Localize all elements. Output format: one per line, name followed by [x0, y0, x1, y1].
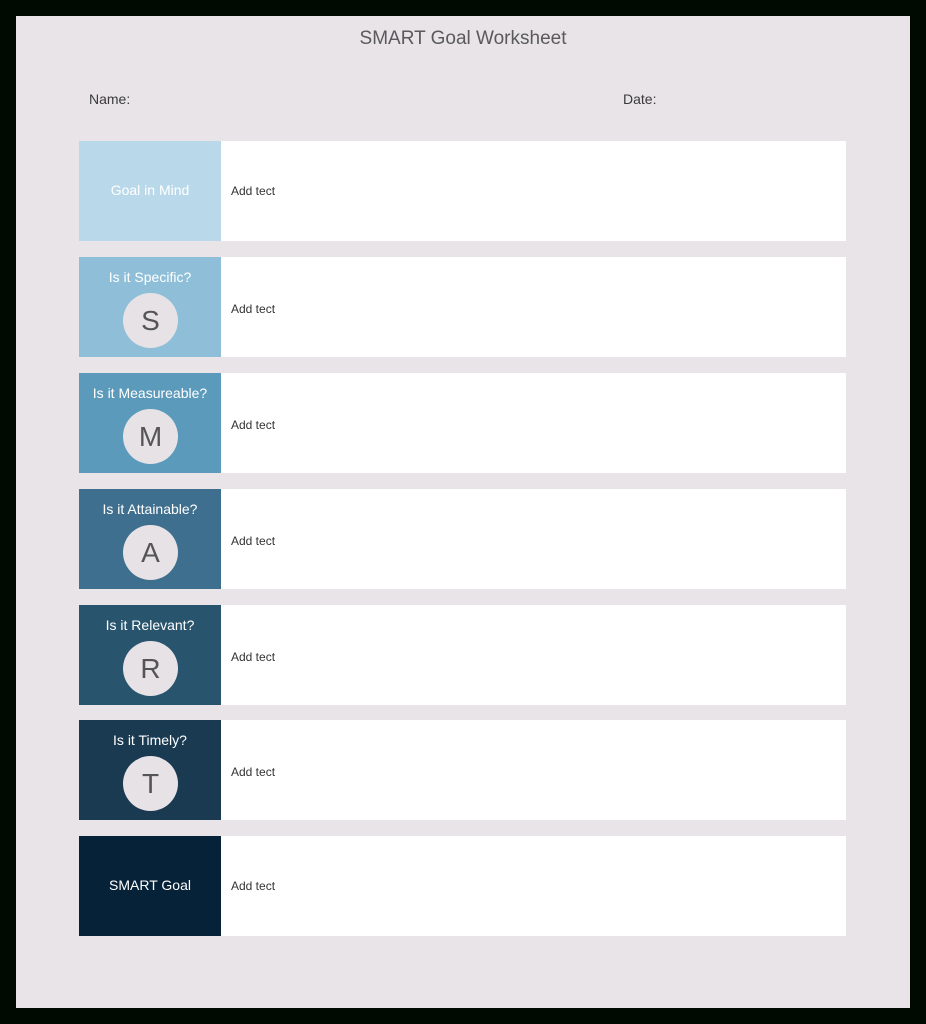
entry-field[interactable]: Add tect [231, 418, 275, 432]
row-label: Is it Attainable? [102, 501, 198, 517]
worksheet-title: SMART Goal Worksheet [359, 28, 567, 49]
label-block: Is it Timely? T [79, 720, 221, 820]
letter-badge-m: M [123, 409, 178, 464]
row-label: Is it Timely? [113, 732, 187, 748]
label-block: Is it Attainable? A [79, 489, 221, 589]
label-block: Is it Measureable? M [79, 373, 221, 473]
date-label: Date: [623, 91, 657, 107]
row-smart-goal: SMART Goal Add tect [79, 836, 846, 936]
label-block: Is it Specific? S [79, 257, 221, 357]
label-block: Goal in Mind [79, 141, 221, 241]
row-label: Is it Measureable? [92, 385, 208, 401]
row-label: Goal in Mind [110, 182, 190, 198]
row-label: Is it Relevant? [105, 617, 195, 633]
row-specific: Is it Specific? S Add tect [79, 257, 846, 357]
row-label: SMART Goal [109, 877, 191, 893]
letter-badge-a: A [123, 525, 178, 580]
entry-field[interactable]: Add tect [231, 534, 275, 548]
entry-field[interactable]: Add tect [231, 302, 275, 316]
label-block: SMART Goal [79, 836, 221, 936]
letter-badge-r: R [123, 641, 178, 696]
entry-field[interactable]: Add tect [231, 184, 275, 198]
row-timely: Is it Timely? T Add tect [79, 720, 846, 820]
row-relevant: Is it Relevant? R Add tect [79, 605, 846, 705]
worksheet-page: SMART Goal Worksheet Name: Date: Goal in… [16, 16, 910, 1008]
label-block: Is it Relevant? R [79, 605, 221, 705]
row-attainable: Is it Attainable? A Add tect [79, 489, 846, 589]
entry-field[interactable]: Add tect [231, 879, 275, 893]
entry-field[interactable]: Add tect [231, 765, 275, 779]
letter-badge-t: T [123, 756, 178, 811]
row-goal-in-mind: Goal in Mind Add tect [79, 141, 846, 241]
letter-badge-s: S [123, 293, 178, 348]
entry-field[interactable]: Add tect [231, 650, 275, 664]
row-label: Is it Specific? [108, 269, 192, 285]
row-measureable: Is it Measureable? M Add tect [79, 373, 846, 473]
name-label: Name: [89, 91, 131, 107]
